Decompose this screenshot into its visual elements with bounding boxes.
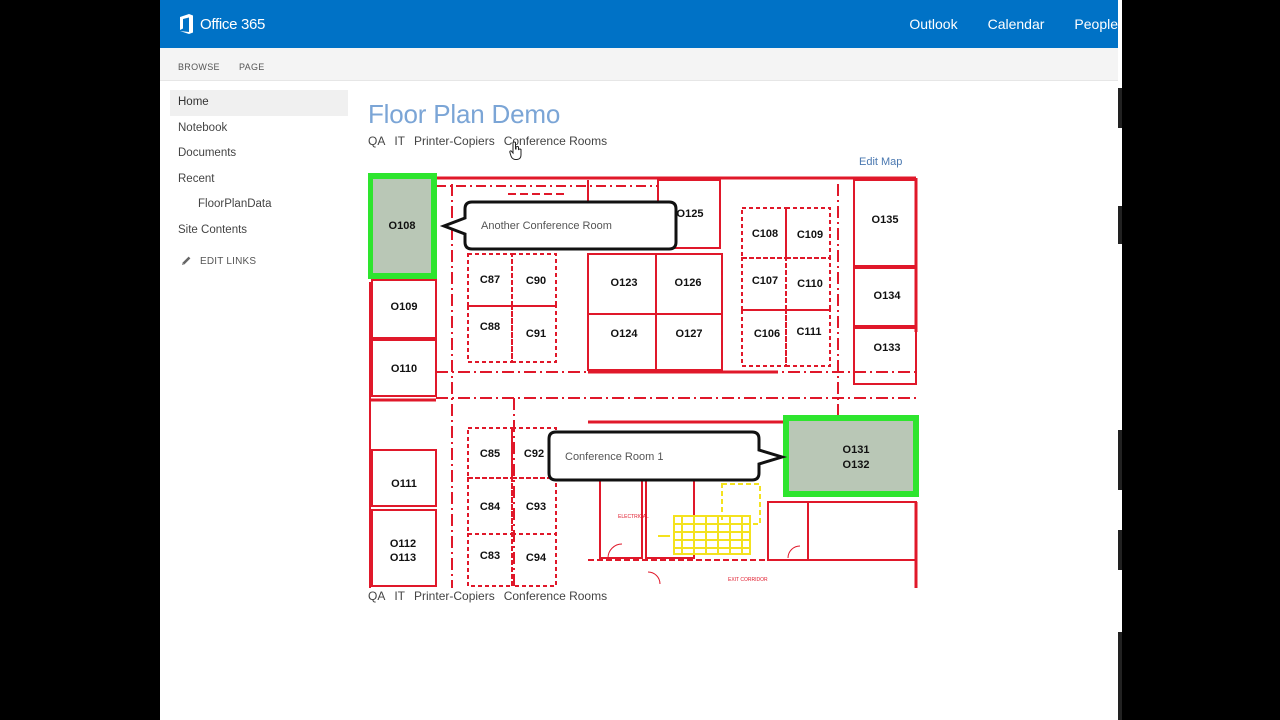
edit-links-label: EDIT LINKS [200,255,257,267]
room-label-o124: O124 [611,328,639,340]
room-label-o135: O135 [872,214,899,226]
room-label-o110: O110 [391,363,417,375]
room-label-o132: O132 [843,459,870,471]
nav-item-floorplandata[interactable]: FloorPlanData [170,192,348,218]
suite-nav: Outlook Calendar People [879,0,1118,48]
room-label-o134: O134 [874,290,902,302]
office365-logo[interactable]: Office 365 [178,13,265,35]
suite-nav-calendar[interactable]: Calendar [988,16,1045,32]
filter-link-it-bottom[interactable]: IT [394,589,405,603]
room-label-c93: C93 [526,501,546,513]
room-label-o131: O131 [843,444,870,456]
room-label-o108: O108 [389,220,416,232]
room-label-c83: C83 [480,550,500,562]
filter-links-bottom: QA IT Printer-Copiers Conference Rooms [368,589,616,603]
room-label-c110: C110 [797,278,823,290]
room-label-c85: C85 [480,448,500,460]
window-edge-strip [1118,0,1122,720]
left-nav: Home Notebook Documents Recent FloorPlan… [170,90,348,267]
room-label-c92: C92 [524,448,544,460]
edge-mark [1118,632,1122,720]
filter-link-qa[interactable]: QA [368,134,385,148]
edit-map-link[interactable]: Edit Map [859,156,902,168]
nav-item-notebook[interactable]: Notebook [170,116,348,142]
room-label-o133: O133 [874,342,901,354]
page-title: Floor Plan Demo [368,99,561,129]
callout-another-conference-room[interactable]: Another Conference Room [439,200,678,251]
office-logo-icon [180,14,193,34]
room-label-c84: C84 [480,501,501,513]
filter-link-printer-copiers-bottom[interactable]: Printer-Copiers [414,589,495,603]
suite-bar: Office 365 Outlook Calendar People [160,0,1118,48]
svg-text:ELECTRICAL: ELECTRICAL [618,514,649,520]
ribbon-tab-page[interactable]: PAGE [239,62,265,72]
callout-text-top: Another Conference Room [481,220,612,232]
room-label-c91: C91 [526,328,546,340]
ribbon-tab-browse[interactable]: BROWSE [178,62,220,72]
nav-item-site-contents[interactable]: Site Contents [170,218,348,244]
filter-link-conference-rooms-bottom[interactable]: Conference Rooms [504,589,607,603]
edge-mark [1118,88,1122,128]
room-label-o109: O109 [391,301,418,313]
room-label-c109: C109 [797,229,823,241]
hand-cursor-icon [509,141,522,160]
filter-link-qa-bottom[interactable]: QA [368,589,385,603]
edge-mark [1118,430,1122,490]
nav-item-recent[interactable]: Recent [170,167,348,193]
edge-mark [1118,206,1122,244]
edge-mark [1118,530,1122,570]
room-label-o111: O111 [391,478,417,490]
room-label-c106: C106 [754,328,780,340]
filter-link-it[interactable]: IT [394,134,405,148]
room-label-o125: O125 [677,208,704,220]
room-label-o127: O127 [676,328,703,340]
nav-item-home[interactable]: Home [170,90,348,116]
sharepoint-app: Office 365 Outlook Calendar People BROWS… [160,0,1118,720]
room-label-o126: O126 [675,277,702,289]
room-label-c108: C108 [752,228,778,240]
filter-link-printer-copiers[interactable]: Printer-Copiers [414,134,495,148]
room-label-o123: O123 [611,277,638,289]
callout-text-bottom: Conference Room 1 [565,451,663,463]
room-label-c88: C88 [480,321,500,333]
room-label-c111: C111 [796,326,821,338]
room-label-c87: C87 [480,274,500,286]
pencil-icon [182,256,191,265]
suite-nav-people[interactable]: People [1074,16,1118,32]
room-label-c107: C107 [752,275,778,287]
stairs [658,483,761,555]
room-label-o113: O113 [390,552,416,564]
room-label-c94: C94 [526,552,547,564]
suite-nav-outlook[interactable]: Outlook [909,16,957,32]
floor-plan-map[interactable]: ELECTRICAL EXIT CORRIDOR O108 O131 O132 … [368,172,922,588]
edit-links-button[interactable]: EDIT LINKS [170,255,348,267]
filter-links-top: QA IT Printer-Copiers Conference Rooms [368,134,616,148]
svg-text:EXIT CORRIDOR: EXIT CORRIDOR [728,577,768,583]
room-label-o112: O112 [390,538,416,550]
callout-conference-room-1[interactable]: Conference Room 1 [547,430,788,482]
highlight-room-o131-o132[interactable]: O131 O132 [783,415,919,497]
highlight-room-o108[interactable]: O108 [368,173,437,279]
nav-item-documents[interactable]: Documents [170,141,348,167]
ribbon: BROWSE PAGE [160,48,1118,81]
room-label-c90: C90 [526,275,546,287]
brand-name: Office 365 [200,15,266,33]
